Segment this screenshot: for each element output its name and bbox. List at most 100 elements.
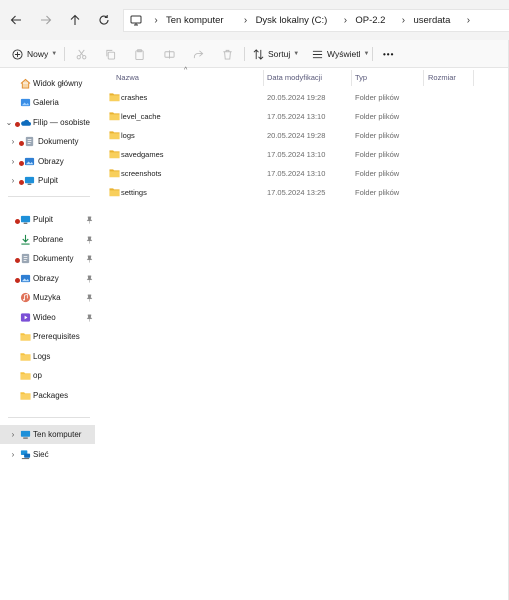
copy-button[interactable]: [103, 47, 117, 61]
music-icon: [20, 292, 31, 303]
chevron-right-icon[interactable]: ›: [9, 176, 17, 185]
pin-icon[interactable]: [86, 216, 93, 224]
column-header-name[interactable]: Nazwa: [116, 68, 139, 86]
sidebar-item-pobrane[interactable]: Pobrane: [0, 230, 95, 249]
refresh-icon: [99, 15, 109, 25]
network-icon: [20, 450, 31, 460]
sidebar-item-documents[interactable]: › Dokumenty: [0, 132, 95, 151]
pictures-icon: [20, 274, 31, 283]
sidebar-item-pulpit[interactable]: Pulpit: [0, 210, 95, 229]
forward-button[interactable]: [36, 10, 56, 30]
sync-error-icon: [14, 277, 21, 284]
refresh-button[interactable]: [94, 10, 114, 30]
sidebar-item-obrazy[interactable]: Obrazy: [0, 269, 95, 288]
breadcrumb-userdata[interactable]: userdata: [411, 15, 452, 26]
up-button[interactable]: [65, 10, 85, 30]
chevron-right-icon[interactable]: ›: [9, 157, 17, 166]
chevron-down-icon: ▼: [363, 51, 370, 57]
sidebar-item-dokumenty[interactable]: Dokumenty: [0, 249, 95, 268]
sidebar-item-logs[interactable]: Logs: [0, 347, 95, 366]
sidebar-item-op[interactable]: op: [0, 366, 95, 385]
table-row[interactable]: crashes 20.05.2024 19:28 Folder plików: [100, 88, 509, 107]
chevron-right-icon[interactable]: ›: [9, 430, 17, 439]
list-view-icon: [312, 50, 323, 58]
folder-icon: [109, 131, 120, 140]
column-header-type[interactable]: Typ: [355, 68, 367, 86]
view-button-label: Wyświetl: [327, 49, 361, 59]
breadcrumb-dysk[interactable]: Dysk lokalny (C:): [254, 15, 330, 26]
file-name: savedgames: [121, 150, 164, 159]
delete-button[interactable]: [220, 47, 234, 61]
chevron-right-icon[interactable]: ›: [460, 15, 476, 26]
sidebar-item-gallery[interactable]: Galeria: [0, 93, 95, 112]
chevron-right-icon[interactable]: ›: [395, 15, 411, 26]
column-divider[interactable]: [263, 70, 264, 86]
chevron-right-icon[interactable]: ›: [9, 450, 17, 459]
computer-icon: [20, 430, 31, 439]
sidebar-item-muzyka[interactable]: Muzyka: [0, 288, 95, 307]
share-button[interactable]: [191, 47, 205, 61]
cut-button[interactable]: [74, 47, 88, 61]
trash-icon: [222, 49, 232, 60]
breadcrumb[interactable]: › Ten komputer › Dysk lokalny (C:) › OP-…: [123, 9, 509, 32]
column-divider[interactable]: [351, 70, 352, 86]
chevron-down-icon[interactable]: ⌄: [5, 118, 13, 127]
breadcrumb-ten-komputer[interactable]: Ten komputer: [164, 15, 226, 26]
table-row[interactable]: screenshots 17.05.2024 13:10 Folder plik…: [100, 164, 509, 183]
sidebar-item-packages[interactable]: Packages: [0, 386, 95, 405]
sidebar-item-onedrive[interactable]: ⌄ Filip — osobiste: [0, 113, 95, 132]
sidebar-item-wideo[interactable]: Wideo: [0, 308, 95, 327]
desktop-icon: [24, 176, 35, 185]
chevron-right-icon[interactable]: ›: [337, 15, 353, 26]
table-row[interactable]: level_cache 17.05.2024 13:10 Folder plik…: [100, 107, 509, 126]
chevron-down-icon: ▼: [51, 51, 58, 57]
pin-icon[interactable]: [86, 314, 93, 322]
sidebar-item-desktop[interactable]: › Pulpit: [0, 171, 95, 190]
new-button[interactable]: Nowy ▼: [12, 44, 57, 64]
table-row[interactable]: settings 17.05.2024 13:25 Folder plików: [100, 183, 509, 202]
sidebar-item-label: Obrazy: [33, 274, 59, 283]
rename-button[interactable]: [162, 47, 176, 61]
view-button[interactable]: Wyświetl ▼: [312, 44, 369, 64]
file-date: 17.05.2024 13:10: [267, 150, 326, 159]
file-type: Folder plików: [355, 169, 400, 178]
pin-icon[interactable]: [86, 275, 93, 283]
column-header-size[interactable]: Rozmiar: [428, 68, 456, 86]
sidebar-item-network[interactable]: › Sieć: [0, 445, 95, 464]
table-row[interactable]: logs 20.05.2024 19:28 Folder plików: [100, 126, 509, 145]
divider: [8, 196, 90, 197]
table-row[interactable]: savedgames 17.05.2024 13:10 Folder plikó…: [100, 145, 509, 164]
file-type: Folder plików: [355, 188, 400, 197]
sidebar-item-label: op: [33, 371, 42, 380]
sidebar-item-label: Muzyka: [33, 293, 61, 302]
sidebar-item-pictures[interactable]: › Obrazy: [0, 152, 95, 171]
pin-icon[interactable]: [86, 236, 93, 244]
column-divider[interactable]: [423, 70, 424, 86]
column-header-date[interactable]: Data modyfikacji: [267, 68, 322, 86]
sidebar-item-this-pc[interactable]: › Ten komputer: [0, 425, 95, 444]
command-bar: Nowy ▼ Sortuj ▼ Wyświetl ▼ •••: [0, 40, 509, 68]
file-name: level_cache: [121, 112, 161, 121]
paste-button[interactable]: [132, 47, 146, 61]
pin-icon[interactable]: [86, 294, 93, 302]
sidebar-item-label: Logs: [33, 352, 51, 361]
chevron-right-icon[interactable]: ›: [148, 15, 164, 26]
folder-icon: [20, 392, 31, 400]
more-options-button[interactable]: •••: [383, 44, 394, 64]
sidebar-item-label: Pulpit: [33, 215, 54, 224]
breadcrumb-op[interactable]: OP-2.2: [353, 15, 387, 26]
sidebar-item-home[interactable]: Widok główny: [0, 74, 95, 93]
back-button[interactable]: [6, 10, 26, 30]
column-divider[interactable]: [473, 70, 474, 86]
computer-icon[interactable]: [124, 10, 148, 31]
file-list: Nazwa ^ Data modyfikacji Typ Rozmiar cra…: [100, 67, 509, 600]
chevron-right-icon[interactable]: ›: [9, 137, 17, 146]
video-icon: [20, 313, 31, 322]
file-type: Folder plików: [355, 150, 400, 159]
sidebar-item-prerequisites[interactable]: Prerequisites: [0, 327, 95, 346]
chevron-right-icon[interactable]: ›: [238, 15, 254, 26]
pin-icon[interactable]: [86, 255, 93, 263]
file-date: 17.05.2024 13:10: [267, 169, 326, 178]
file-name: crashes: [121, 93, 148, 102]
sort-button[interactable]: Sortuj ▼: [253, 44, 299, 64]
